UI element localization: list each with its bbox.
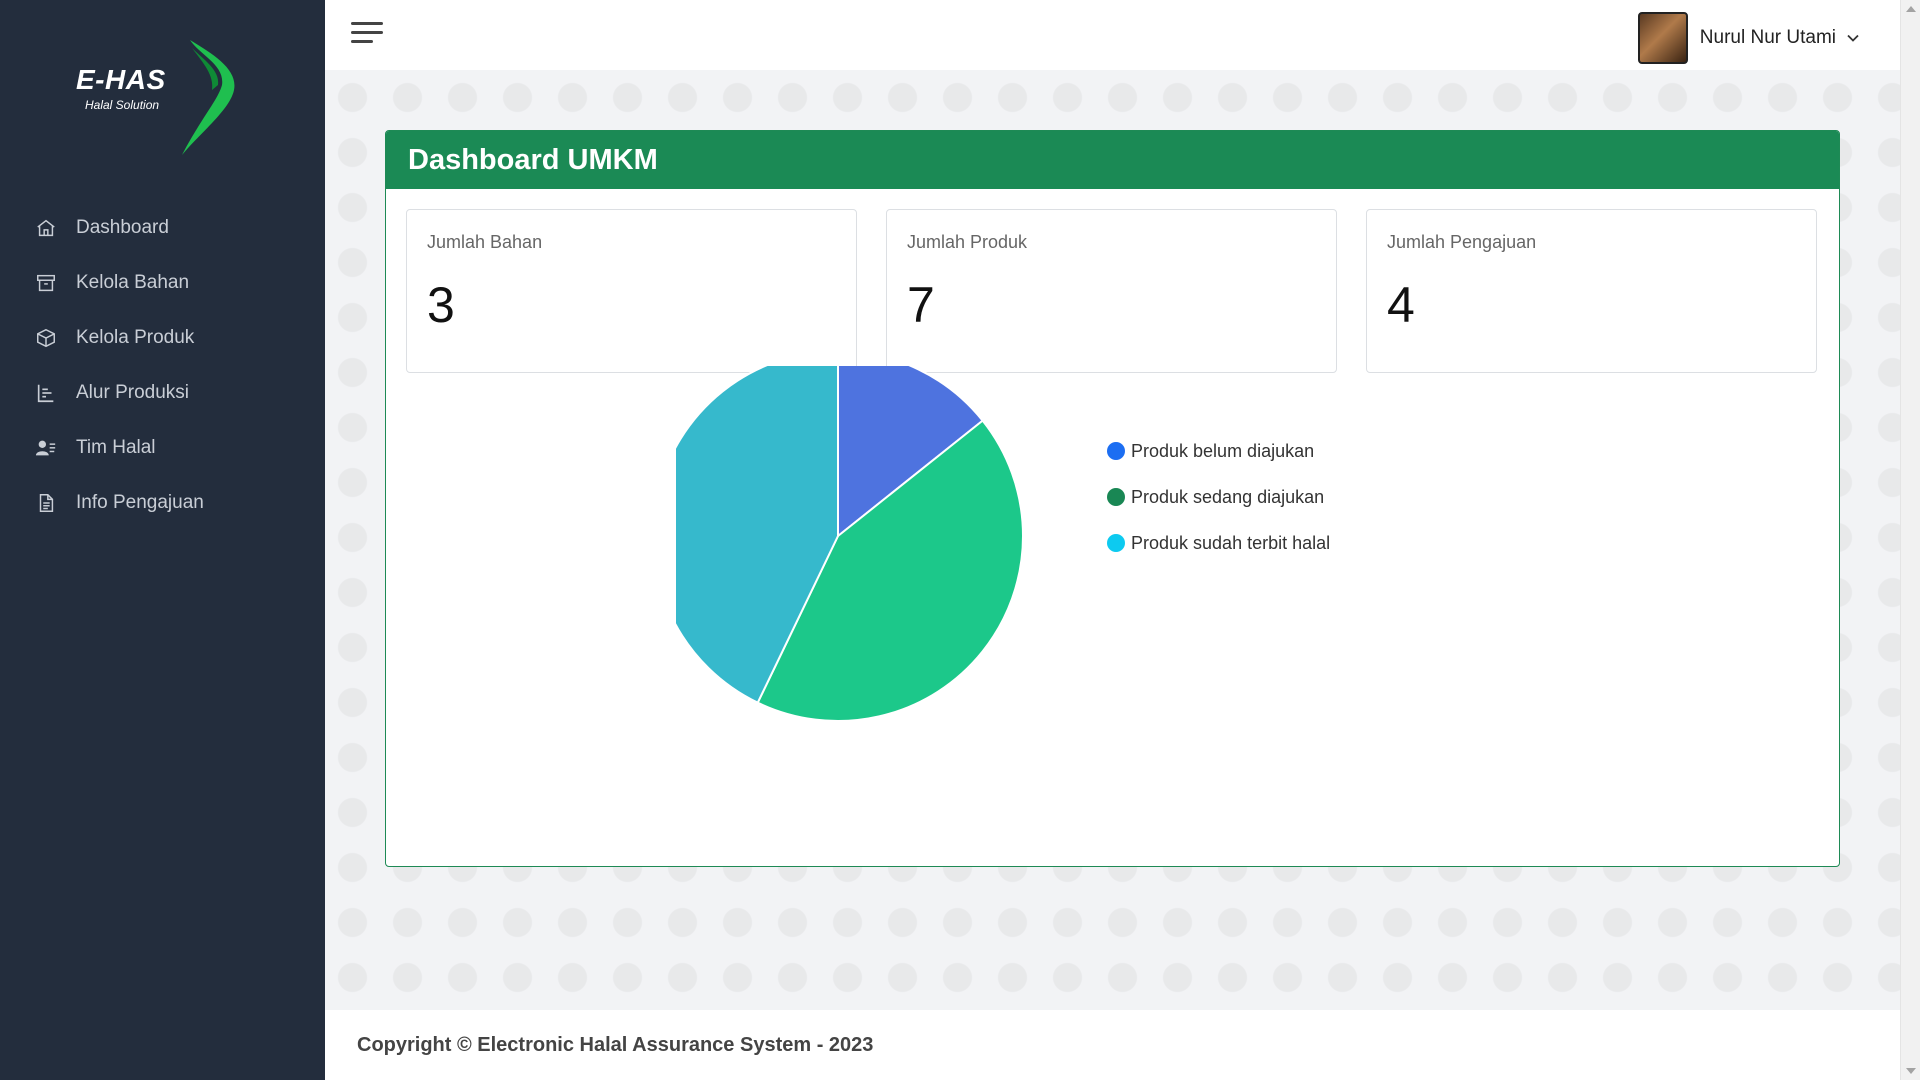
team-icon [34, 436, 58, 460]
sidebar-item-alur-produksi[interactable]: Alur Produksi [0, 365, 325, 420]
footer: Copyright © Electronic Halal Assurance S… [325, 1010, 1900, 1080]
document-icon [34, 491, 58, 515]
sidebar-item-dashboard[interactable]: Dashboard [0, 200, 325, 255]
dashboard-card: Dashboard UMKM Jumlah Bahan 3 Jumlah Pro… [385, 130, 1840, 867]
page-title: Dashboard UMKM [408, 143, 658, 176]
avatar [1637, 12, 1688, 64]
legend-swatch [1107, 534, 1125, 552]
stat-card-jumlah-bahan: Jumlah Bahan 3 [406, 209, 857, 373]
sidebar-item-label: Kelola Bahan [76, 271, 190, 293]
pie-chart: Produk belum diajukan Produk sedang diaju… [676, 366, 1330, 722]
sidebar-item-label: Info Pengajuan [76, 491, 204, 513]
stat-value: 7 [907, 277, 935, 333]
stat-label: Jumlah Bahan [427, 232, 543, 252]
sidebar-item-label: Dashboard [76, 216, 169, 238]
copyright-text: Copyright © Electronic Halal Assurance S… [357, 1033, 874, 1056]
stat-card-jumlah-pengajuan: Jumlah Pengajuan 4 [1366, 209, 1817, 373]
scroll-down-icon[interactable] [1906, 1068, 1916, 1074]
menu-toggle-icon[interactable] [351, 22, 383, 48]
sidebar-item-tim-halal[interactable]: Tim Halal [0, 420, 325, 475]
sidebar-nav: Dashboard Kelola Bahan Kelola Produk Alu… [0, 200, 325, 530]
brand-tagline: Halal Solution [85, 98, 160, 112]
home-icon [34, 216, 58, 240]
legend-swatch [1107, 488, 1125, 506]
topbar: Nurul Nur Utami [325, 0, 1900, 70]
card-header: Dashboard UMKM [386, 131, 1839, 189]
brand-name: E-HAS [76, 64, 166, 95]
chevron-down-icon [1847, 34, 1859, 42]
legend-label: Produk sudah terbit halal [1131, 533, 1330, 553]
scrollbar[interactable] [1900, 0, 1920, 1080]
brand-logo[interactable]: E-HAS Halal Solution [70, 40, 240, 160]
stat-value: 3 [427, 277, 455, 333]
legend-label: Produk belum diajukan [1131, 441, 1314, 461]
user-menu[interactable]: Nurul Nur Utami [1637, 12, 1860, 64]
box-icon [34, 326, 58, 350]
stat-card-jumlah-produk: Jumlah Produk 7 [886, 209, 1337, 373]
sidebar-item-label: Kelola Produk [76, 326, 195, 348]
legend-swatch [1107, 442, 1125, 460]
sidebar-item-info-pengajuan[interactable]: Info Pengajuan [0, 475, 325, 530]
stat-label: Jumlah Pengajuan [1387, 232, 1537, 252]
archive-icon [34, 271, 58, 295]
stat-label: Jumlah Produk [907, 232, 1028, 252]
logo-mark-icon [182, 40, 235, 155]
sidebar-item-label: Tim Halal [76, 436, 156, 458]
sidebar-item-kelola-bahan[interactable]: Kelola Bahan [0, 255, 325, 310]
legend-item[interactable]: Produk belum diajukan [1107, 441, 1314, 461]
stat-value: 4 [1387, 277, 1415, 333]
sidebar: E-HAS Halal Solution Dashboard Kelola Ba… [0, 0, 325, 1080]
user-name: Nurul Nur Utami [1699, 27, 1836, 48]
sidebar-item-kelola-produk[interactable]: Kelola Produk [0, 310, 325, 365]
sidebar-item-label: Alur Produksi [76, 381, 189, 403]
legend-item[interactable]: Produk sudah terbit halal [1107, 533, 1330, 553]
legend-item[interactable]: Produk sedang diajukan [1107, 487, 1324, 507]
flow-list-icon [34, 381, 58, 405]
legend-label: Produk sedang diajukan [1131, 487, 1324, 507]
scroll-up-icon[interactable] [1906, 6, 1916, 12]
